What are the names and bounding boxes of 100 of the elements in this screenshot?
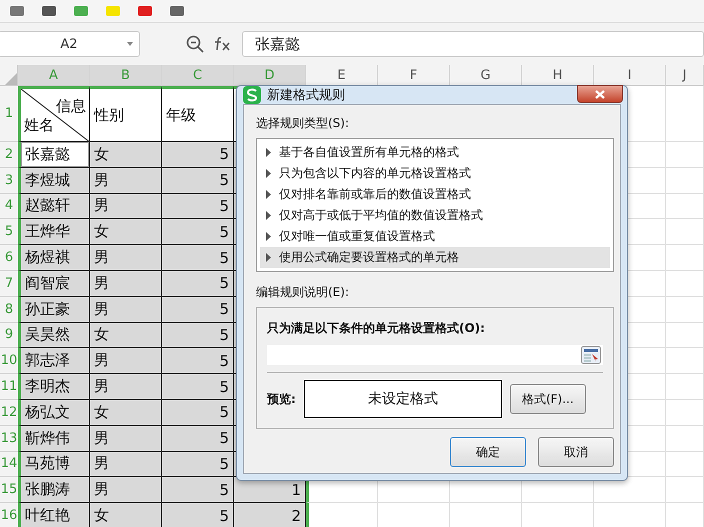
table-cell: 男 xyxy=(90,452,162,478)
row-header[interactable]: 8 xyxy=(0,296,18,323)
row-header[interactable]: 15 xyxy=(0,477,18,504)
column-header[interactable]: E xyxy=(306,65,378,86)
column-header[interactable]: J xyxy=(666,65,704,86)
table-cell: 赵懿轩 xyxy=(18,194,90,220)
formula-input-field[interactable] xyxy=(267,345,603,365)
row-header[interactable]: 11 xyxy=(0,374,18,400)
row-header[interactable]: 10 xyxy=(0,348,18,374)
cancel-button[interactable]: 取消 xyxy=(538,437,614,467)
table-cell: 女 xyxy=(90,142,162,168)
table-cell: 年级 xyxy=(162,86,234,142)
table-cell: 5 xyxy=(162,194,234,220)
toolbar-icon[interactable] xyxy=(42,6,56,16)
rule-type-item[interactable]: 仅对排名靠前或靠后的数值设置格式 xyxy=(260,184,610,205)
row-header[interactable]: 13 xyxy=(0,426,18,452)
table-cell: 王烨华 xyxy=(18,219,90,246)
dropdown-caret-icon[interactable] xyxy=(127,42,133,46)
table-cell: 马苑博 xyxy=(18,452,90,478)
toolbar-icon[interactable] xyxy=(170,6,184,16)
column-header[interactable]: B xyxy=(90,65,162,86)
expand-arrow-icon xyxy=(266,148,271,157)
table-cell: 杨弘文 xyxy=(18,400,90,426)
table-cell: 李煜城 xyxy=(18,168,90,194)
table-cell: 女 xyxy=(90,400,162,426)
toolbar-icon[interactable] xyxy=(138,6,152,16)
table-cell: 5 xyxy=(162,477,234,504)
rule-type-item[interactable]: 基于各自值设置所有单元格的格式 xyxy=(260,142,610,163)
table-cell: 男 xyxy=(90,374,162,400)
toolbar-icon[interactable] xyxy=(74,6,88,16)
row-header[interactable]: 12 xyxy=(0,400,18,426)
corner-triangle-icon xyxy=(5,73,17,85)
table-cell: 叶红艳 xyxy=(18,503,90,527)
section-label: 选择规则类型(S): xyxy=(256,115,350,132)
formula-field[interactable]: 张嘉懿 xyxy=(242,31,704,57)
range-picker-icon[interactable] xyxy=(581,346,601,364)
row-header[interactable]: 3 xyxy=(0,168,18,194)
table-cell: 5 xyxy=(162,142,234,168)
expand-arrow-icon xyxy=(266,169,271,178)
table-cell: 男 xyxy=(90,477,162,504)
row-header[interactable]: 6 xyxy=(0,245,18,271)
row-header[interactable]: 1 xyxy=(0,86,18,142)
table-cell: 姓名 xyxy=(24,116,54,135)
row-header[interactable]: 7 xyxy=(0,270,18,297)
table-cell: 女 xyxy=(90,322,162,348)
row-header[interactable]: 2 xyxy=(0,142,18,168)
table-cell: 女 xyxy=(90,219,162,246)
table-cell: 男 xyxy=(90,245,162,271)
table-cell: 张嘉懿 xyxy=(18,142,90,168)
rule-type-item[interactable]: 仅对高于或低于平均值的数值设置格式 xyxy=(260,205,610,226)
table-cell: 孙正豪 xyxy=(18,296,90,323)
preview-label: 预览: xyxy=(267,390,296,408)
table-cell: 性别 xyxy=(90,86,162,142)
table-cell: 5 xyxy=(162,426,234,452)
table-cell: 李明杰 xyxy=(18,374,90,400)
rule-type-item[interactable]: 使用公式确定要设置格式的单元格 xyxy=(260,247,610,268)
table-cell: 吴昊然 xyxy=(18,322,90,348)
dialog-title: 新建格式规则 xyxy=(267,87,345,104)
table-cell: 5 xyxy=(162,400,234,426)
table-cell: 5 xyxy=(162,374,234,400)
column-header[interactable]: H xyxy=(522,65,594,86)
expand-arrow-icon xyxy=(266,232,271,241)
table-cell: 男 xyxy=(90,168,162,194)
expand-arrow-icon xyxy=(266,190,271,199)
table-cell: 女 xyxy=(90,503,162,527)
close-button[interactable] xyxy=(577,85,623,103)
format-button[interactable]: 格式(F)... xyxy=(510,384,586,414)
table-cell: 5 xyxy=(162,452,234,478)
table-cell: 2 xyxy=(234,503,306,527)
column-header[interactable]: A xyxy=(18,65,90,86)
table-cell: 男 xyxy=(90,194,162,220)
table-cell: 5 xyxy=(162,270,234,297)
table-cell: 男 xyxy=(90,296,162,323)
column-header[interactable]: I xyxy=(594,65,666,86)
app-logo-icon xyxy=(243,86,261,104)
column-header[interactable]: F xyxy=(378,65,450,86)
table-cell: 5 xyxy=(162,322,234,348)
table-cell: 5 xyxy=(162,245,234,271)
rule-type-item[interactable]: 仅对唯一值或重复值设置格式 xyxy=(260,226,610,247)
table-cell: 男 xyxy=(90,270,162,297)
row-header[interactable]: 5 xyxy=(0,219,18,246)
function-icon[interactable] xyxy=(214,36,232,52)
column-header[interactable]: C xyxy=(162,65,234,86)
name-box[interactable]: A2 xyxy=(0,31,140,57)
row-header[interactable]: 9 xyxy=(0,322,18,348)
rule-type-item[interactable]: 只为包含以下内容的单元格设置格式 xyxy=(260,163,610,184)
table-cell: 5 xyxy=(162,348,234,374)
toolbar-icon[interactable] xyxy=(10,6,24,16)
table-cell: 男 xyxy=(90,426,162,452)
ok-button[interactable]: 确定 xyxy=(450,437,526,467)
row-header[interactable]: 4 xyxy=(0,194,18,220)
table-cell: 5 xyxy=(162,219,234,246)
select-all-corner[interactable] xyxy=(0,65,18,86)
column-header[interactable]: D xyxy=(234,65,306,86)
column-header[interactable]: G xyxy=(450,65,522,86)
zoom-icon[interactable] xyxy=(186,35,204,53)
row-header[interactable]: 14 xyxy=(0,452,18,478)
table-cell: 5 xyxy=(162,168,234,194)
table-cell: 5 xyxy=(162,296,234,323)
row-header[interactable]: 16 xyxy=(0,503,18,527)
